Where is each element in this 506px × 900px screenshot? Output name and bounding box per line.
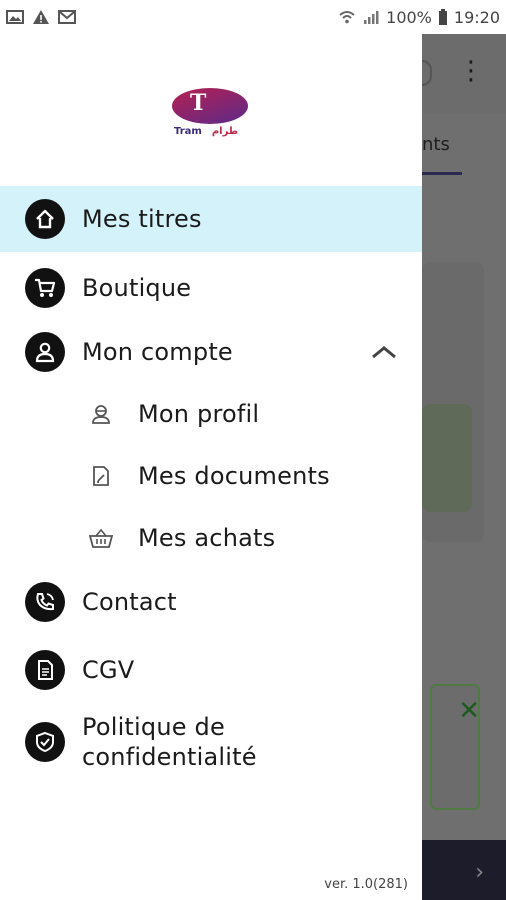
status-system: 100% 19:20 (338, 8, 500, 27)
document-icon (88, 463, 114, 489)
menu-item-mes-titres[interactable]: Mes titres (0, 186, 422, 252)
more-options-icon: ⋮ (458, 56, 484, 86)
menu-item-label: Politique de confidentialité (82, 712, 257, 772)
chevron-right-icon: › (475, 860, 484, 885)
menu-item-label: Mes achats (138, 524, 276, 552)
background-card-button (422, 404, 472, 512)
background-tab-label: nts (422, 134, 450, 155)
wifi-icon (339, 11, 355, 24)
menu-item-contact[interactable]: Contact (0, 570, 422, 634)
menu-subitem-mon-profil[interactable]: Mon profil (0, 384, 422, 444)
chevron-up-icon[interactable] (370, 344, 398, 360)
profile-icon (88, 401, 114, 427)
shield-icon (25, 722, 65, 762)
close-icon: ✕ (458, 696, 480, 726)
menu-item-label: Contact (82, 588, 177, 616)
clock: 19:20 (453, 7, 500, 27)
tram-logo: T Tram طرام (170, 88, 252, 144)
signal-icon (364, 11, 379, 24)
menu-item-label: Mon profil (138, 400, 260, 428)
warning-icon (33, 10, 49, 24)
background-tab-indicator (422, 172, 462, 175)
menu-subitem-mes-documents[interactable]: Mes documents (0, 446, 422, 506)
terms-document-icon (25, 650, 65, 690)
image-icon (6, 10, 24, 24)
battery-percent: 100% (386, 7, 432, 27)
battery-icon (438, 9, 447, 25)
status-notifications (6, 9, 76, 25)
menu-item-label: CGV (82, 656, 135, 684)
menu-item-label-line1: Politique de (82, 713, 225, 741)
menu-item-cgv[interactable]: CGV (0, 638, 422, 702)
background-bottom-bar (422, 840, 506, 900)
basket-icon (88, 525, 114, 551)
user-icon (25, 332, 65, 372)
menu-item-boutique[interactable]: Boutique (0, 256, 422, 320)
phone-icon (25, 582, 65, 622)
menu-item-mon-compte[interactable]: Mon compte (0, 320, 422, 384)
menu-item-label: Boutique (82, 274, 192, 302)
menu-item-label: Mes documents (138, 462, 330, 490)
shopping-cart-icon (25, 268, 65, 308)
menu-subitem-mes-achats[interactable]: Mes achats (0, 508, 422, 568)
background-app-scrim[interactable]: ⋮ nts ✕ › (412, 34, 506, 900)
menu-item-label-line2: confidentialité (82, 743, 257, 771)
status-bar: 100% 19:20 (0, 0, 506, 34)
home-icon (25, 199, 65, 239)
menu-item-label: Mon compte (82, 338, 233, 366)
mail-icon (58, 10, 76, 24)
app-version: ver. 1.0(281) (324, 877, 408, 892)
menu-item-politique-de-confidentialite[interactable]: Politique de confidentialité (0, 704, 422, 780)
menu-item-label: Mes titres (82, 205, 202, 233)
navigation-drawer: T Tram طرام Mes titres Boutique Mon compt… (0, 34, 422, 900)
